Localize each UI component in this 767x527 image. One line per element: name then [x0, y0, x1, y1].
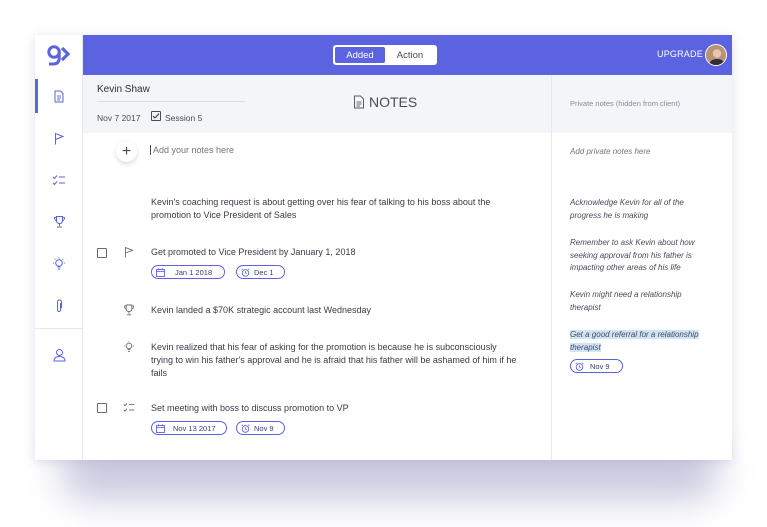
insight-text-line: trying to win his father's approval and …	[151, 355, 517, 365]
private-reminder-chip[interactable]: Nov 9	[570, 359, 623, 373]
insight-text-line: Kevin realized that his fear of asking f…	[151, 342, 497, 352]
user-icon	[52, 349, 66, 362]
name-divider	[97, 101, 245, 102]
sidebar	[35, 35, 83, 460]
goal-start-date-chip[interactable]: Jan 1 2018	[151, 265, 226, 279]
avatar-image-icon	[706, 45, 726, 65]
calendar-icon	[156, 267, 165, 277]
goal-reminder-date: Dec 1	[254, 267, 274, 277]
private-note-line: therapist	[570, 302, 601, 312]
session-checkbox[interactable]	[151, 111, 161, 121]
private-note[interactable]: Kevin might need a relationship therapis…	[570, 289, 720, 314]
tab-added[interactable]: Added	[335, 47, 385, 63]
task-start-date-chip[interactable]: Nov 13 2017	[151, 421, 227, 435]
document-icon	[54, 90, 64, 102]
task-checkbox[interactable]	[97, 403, 107, 413]
sidebar-item-tasks[interactable]	[35, 163, 83, 197]
task-reminder-chip[interactable]: Nov 9	[236, 421, 285, 435]
task-start-date: Nov 13 2017	[173, 423, 216, 433]
document-icon	[354, 95, 364, 109]
client-name: Kevin Shaw	[97, 84, 150, 95]
add-note-button[interactable]: +	[116, 141, 137, 162]
plus-icon: +	[121, 142, 132, 160]
trophy-icon	[53, 216, 65, 228]
paperclip-icon	[57, 299, 62, 313]
note-text-line: promotion to Vice President of Sales	[151, 210, 297, 220]
private-note-line: impacting other areas of his life	[570, 263, 681, 272]
sidebar-item-attachments[interactable]	[35, 289, 83, 323]
upgrade-button[interactable]: UPGRADE	[657, 49, 703, 59]
insight-text[interactable]: Kevin realized that his fear of asking f…	[151, 341, 546, 380]
private-note-line: Acknowledge Kevin for all of the	[570, 198, 684, 207]
calendar-icon	[156, 423, 165, 433]
win-text[interactable]: Kevin landed a $70K strategic account la…	[151, 304, 371, 317]
note-input[interactable]	[150, 145, 530, 155]
page-title-text: NOTES	[369, 94, 418, 110]
alarm-clock-icon	[575, 361, 584, 371]
notes-list: + Kevin's coaching request is about gett…	[83, 133, 551, 460]
alarm-clock-icon	[241, 423, 250, 433]
sidebar-item-insights[interactable]	[35, 247, 83, 281]
private-note-highlighted[interactable]: Get a good referral for a relationship t…	[570, 329, 720, 354]
sidebar-item-wins[interactable]	[35, 205, 83, 239]
flag-icon	[55, 132, 65, 144]
private-note-line: Kevin might need a relationship	[570, 290, 682, 299]
note-text-line: Kevin's coaching request is about gettin…	[151, 197, 491, 207]
goal-checkbox[interactable]	[97, 248, 107, 258]
lightbulb-icon	[123, 341, 135, 352]
trophy-icon	[123, 304, 135, 316]
checkmark-icon	[152, 113, 160, 119]
goal-text[interactable]: Get promoted to Vice President by Januar…	[151, 246, 355, 259]
private-notes-list: Acknowledge Kevin for all of the progres…	[551, 133, 732, 460]
goal-start-date: Jan 1 2018	[175, 267, 213, 277]
task-text[interactable]: Set meeting with boss to discuss promoti…	[151, 402, 349, 415]
private-note-line: Get a good referral for a relationship	[570, 330, 699, 339]
private-note[interactable]: Acknowledge Kevin for all of the progres…	[570, 197, 720, 222]
session-date: Nov 7 2017	[97, 113, 141, 123]
lightbulb-icon	[53, 257, 65, 270]
top-bar: Added Action UPGRADE	[83, 35, 732, 75]
private-note-line: therapist	[570, 342, 601, 352]
checklist-icon	[52, 174, 65, 185]
session-header: Kevin Shaw Nov 7 2017 Session 5 NOTES	[83, 75, 551, 133]
view-toggle: Added Action	[333, 45, 437, 65]
private-note-input[interactable]	[570, 147, 720, 156]
private-notes-header: Private notes (hidden from client)	[551, 75, 732, 133]
sidebar-item-goals[interactable]	[35, 121, 83, 155]
private-notes-title: Private notes (hidden from client)	[570, 99, 681, 108]
sidebar-divider	[35, 328, 83, 329]
list-item-note[interactable]: Kevin's coaching request is about gettin…	[151, 196, 541, 222]
checklist-icon	[123, 403, 135, 412]
logo-icon	[47, 45, 71, 66]
sidebar-item-notes[interactable]	[35, 79, 83, 113]
private-note-line: seeking approval from his father is	[570, 250, 692, 260]
alarm-clock-icon	[241, 267, 250, 277]
task-reminder-date: Nov 9	[254, 423, 274, 433]
private-note-line: progress he is making	[570, 210, 649, 220]
avatar[interactable]	[705, 44, 727, 66]
app-window: Added Action UPGRADE Kevin Shaw Nov 7 20…	[35, 35, 732, 460]
private-reminder-date: Nov 9	[590, 361, 610, 371]
private-note-line: Remember to ask Kevin about how	[570, 238, 695, 247]
goal-reminder-chip[interactable]: Dec 1	[236, 265, 285, 279]
page-title: NOTES	[353, 94, 417, 110]
tab-action[interactable]: Action	[385, 47, 435, 63]
flag-icon	[125, 247, 134, 258]
insight-text-line: fails	[151, 368, 168, 378]
private-note[interactable]: Remember to ask Kevin about how seeking …	[570, 237, 720, 275]
session-label: Session 5	[165, 113, 203, 123]
sidebar-item-profile[interactable]	[35, 338, 83, 372]
logo	[35, 35, 83, 75]
